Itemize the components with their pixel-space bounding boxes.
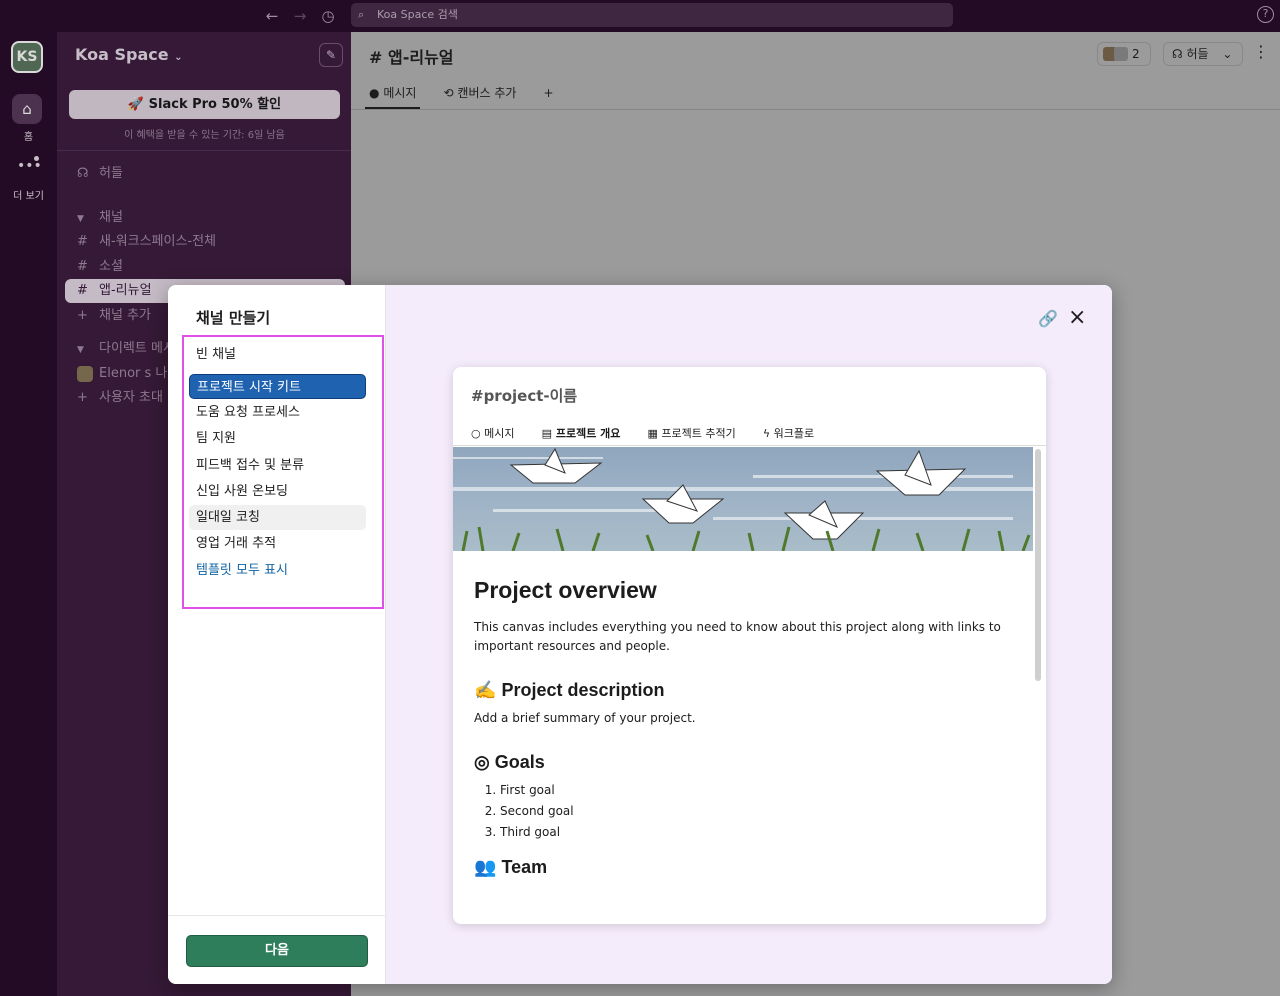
template-project-kit[interactable]: 프로젝트 시작 키트 bbox=[189, 374, 366, 399]
canvas-icon: ▤ bbox=[541, 427, 552, 440]
footer-divider bbox=[168, 915, 386, 916]
tab-add-canvas[interactable]: ⟲ 캔버스 추가 bbox=[440, 84, 521, 107]
link-icon[interactable]: 🔗 bbox=[1038, 309, 1058, 328]
add-tab-icon[interactable]: + bbox=[540, 86, 558, 106]
list-item: Second goal bbox=[500, 804, 1014, 818]
template-coaching[interactable]: 일대일 코칭 bbox=[189, 505, 366, 530]
template-preview-panel: 🔗 × #project-이름 ○ 메시지 ▤ 프로젝트 개요 ▦ 프로젝트 추… bbox=[386, 285, 1112, 984]
tab-messages[interactable]: ● 메시지 bbox=[365, 84, 421, 109]
goals-list: First goal Second goal Third goal bbox=[474, 783, 1014, 839]
next-button[interactable]: 다음 bbox=[186, 935, 368, 967]
lightning-icon: ϟ bbox=[762, 427, 771, 440]
preview-channel-name: #project-이름 bbox=[471, 387, 578, 405]
more-options-icon[interactable]: ⋮ bbox=[1253, 42, 1269, 61]
preview-divider bbox=[453, 445, 1046, 446]
template-list-panel: 채널 만들기 빈 채널 프로젝트 시작 키트 도움 요청 프로세스 팀 지원 피… bbox=[168, 285, 386, 984]
writing-hand-icon: ✍ bbox=[474, 680, 497, 700]
doc-title: Project overview bbox=[474, 577, 657, 603]
list-icon: ▦ bbox=[647, 427, 658, 440]
goals-heading: ◎ Goals bbox=[474, 752, 545, 772]
people-icon: 👥 bbox=[474, 857, 497, 877]
canvas-document: Project overview This canvas includes ev… bbox=[474, 557, 1014, 878]
project-description-text: Add a brief summary of your project. bbox=[474, 711, 696, 725]
header-divider bbox=[351, 109, 1280, 110]
huddle-button[interactable]: ☊ 허들 ⌄ bbox=[1163, 42, 1243, 66]
avatar bbox=[1114, 47, 1128, 61]
template-team-support[interactable]: 팀 지원 bbox=[189, 426, 366, 451]
canvas-icon: ⟲ bbox=[443, 86, 454, 100]
close-icon[interactable]: × bbox=[1068, 305, 1086, 330]
preview-scrollbar[interactable] bbox=[1035, 449, 1041, 681]
template-preview-card: #project-이름 ○ 메시지 ▤ 프로젝트 개요 ▦ 프로젝트 추적기 ϟ… bbox=[453, 367, 1046, 924]
target-icon: ◎ bbox=[474, 752, 490, 772]
chevron-down-icon: ⌄ bbox=[1222, 47, 1233, 61]
preview-tab-tracker: ▦ 프로젝트 추적기 bbox=[647, 427, 736, 440]
template-feedback-triage[interactable]: 피드백 접수 및 분류 bbox=[189, 453, 366, 478]
show-all-templates-link[interactable]: 템플릿 모두 표시 bbox=[189, 558, 366, 583]
template-sales-tracking[interactable]: 영업 거래 추적 bbox=[189, 531, 366, 556]
preview-tab-messages: ○ 메시지 bbox=[471, 427, 515, 440]
backdrop-top bbox=[0, 0, 1280, 32]
team-heading: 👥 Team bbox=[474, 857, 548, 877]
template-onboarding[interactable]: 신입 사원 온보딩 bbox=[189, 479, 366, 504]
channel-title[interactable]: # 앱-리뉴얼 bbox=[369, 44, 454, 68]
preview-tabs: ○ 메시지 ▤ 프로젝트 개요 ▦ 프로젝트 추적기 ϟ 워크플로 bbox=[471, 422, 836, 449]
member-count-button[interactable]: 2 bbox=[1097, 42, 1151, 66]
list-item: Third goal bbox=[500, 825, 1014, 839]
list-item: First goal bbox=[500, 783, 1014, 797]
doc-intro: This canvas includes everything you need… bbox=[474, 620, 1001, 653]
project-description-heading: ✍ Project description bbox=[474, 680, 665, 700]
message-icon: ● bbox=[369, 86, 380, 100]
message-icon: ○ bbox=[471, 427, 481, 440]
modal-title: 채널 만들기 bbox=[196, 309, 271, 327]
paper-boats-banner-image bbox=[453, 447, 1033, 551]
template-blank-channel[interactable]: 빈 채널 bbox=[189, 342, 366, 367]
create-channel-modal: 채널 만들기 빈 채널 프로젝트 시작 키트 도움 요청 프로세스 팀 지원 피… bbox=[168, 285, 1112, 984]
headphones-icon: ☊ bbox=[1172, 47, 1183, 61]
channel-tabs: ● 메시지 ⟲ 캔버스 추가 + bbox=[365, 82, 572, 109]
preview-tab-workflow: ϟ 워크플로 bbox=[762, 427, 815, 440]
template-help-request[interactable]: 도움 요청 프로세스 bbox=[189, 400, 366, 425]
